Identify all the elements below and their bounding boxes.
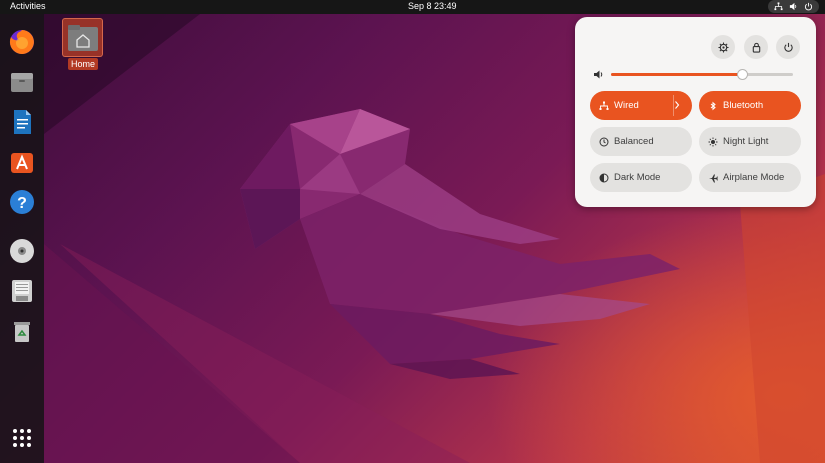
bluetooth-label: Bluetooth <box>723 100 764 111</box>
home-folder-icon <box>67 24 98 51</box>
dock: ? <box>0 14 44 463</box>
airplane-mode-toggle[interactable]: Airplane Mode <box>699 163 801 192</box>
settings-icon <box>717 41 729 53</box>
top-bar: Activities Sep 8 23:49 <box>0 0 825 14</box>
volume-icon <box>789 2 797 11</box>
volume-slider-fill <box>611 73 743 76</box>
bluetooth-icon <box>710 101 716 110</box>
settings-button[interactable] <box>711 35 735 59</box>
night-light-icon <box>708 137 718 146</box>
network-icon <box>774 2 783 11</box>
volume-slider-handle[interactable] <box>737 69 749 80</box>
help-icon: ? <box>10 190 34 214</box>
home-folder-label[interactable]: Home <box>68 58 99 70</box>
power-icon <box>783 42 793 52</box>
wired-network-toggle[interactable]: Wired <box>590 91 692 120</box>
libreoffice-writer-icon <box>14 110 31 134</box>
dark-mode-label: Dark Mode <box>614 172 661 183</box>
dark-mode-toggle[interactable]: Dark Mode <box>590 163 692 192</box>
files-icon <box>11 73 33 92</box>
help-launcher[interactable]: ? <box>7 187 37 217</box>
balanced-label: Balanced <box>614 136 654 147</box>
night-light-label: Night Light <box>723 136 769 147</box>
files-launcher[interactable] <box>7 67 37 97</box>
wired-label: Wired <box>614 100 639 111</box>
power-mode-toggle[interactable]: Balanced <box>590 127 692 156</box>
ubuntu-software-icon <box>11 153 33 173</box>
chevron-right-icon[interactable] <box>673 100 681 110</box>
floppy-launcher[interactable] <box>7 276 37 306</box>
system-menu-button[interactable] <box>768 0 819 13</box>
airplane-mode-label: Airplane Mode <box>723 172 785 183</box>
writer-launcher[interactable] <box>7 107 37 137</box>
volume-icon <box>594 70 603 79</box>
lock-button[interactable] <box>744 35 768 59</box>
home-folder-desktop-icon[interactable] <box>62 18 103 57</box>
trash-launcher[interactable] <box>7 316 37 346</box>
power-profile-icon <box>599 137 609 146</box>
floppy-icon <box>12 280 32 302</box>
power-off-button[interactable] <box>776 35 800 59</box>
night-light-toggle[interactable]: Night Light <box>699 127 801 156</box>
clock[interactable]: Sep 8 23:49 <box>408 1 457 11</box>
airplane-icon <box>709 174 718 182</box>
volume-slider[interactable] <box>611 69 793 80</box>
bluetooth-toggle[interactable]: Bluetooth <box>699 91 801 120</box>
show-apps-button[interactable] <box>7 423 37 453</box>
dark-mode-icon <box>599 173 609 182</box>
network-icon <box>599 101 609 110</box>
disc-icon <box>10 239 34 263</box>
software-launcher[interactable] <box>7 147 37 177</box>
power-icon <box>804 2 813 11</box>
activities-button[interactable]: Activities <box>10 1 46 11</box>
disc-launcher[interactable] <box>7 236 37 266</box>
quick-settings-panel: Wired Bluetooth Balanced Night Light Dar… <box>575 17 816 207</box>
show-apps-icon <box>13 429 31 447</box>
trash-icon <box>14 322 30 342</box>
svg-text:?: ? <box>17 195 27 212</box>
lock-icon <box>752 42 760 53</box>
firefox-icon <box>9 30 34 54</box>
firefox-launcher[interactable] <box>7 27 37 57</box>
